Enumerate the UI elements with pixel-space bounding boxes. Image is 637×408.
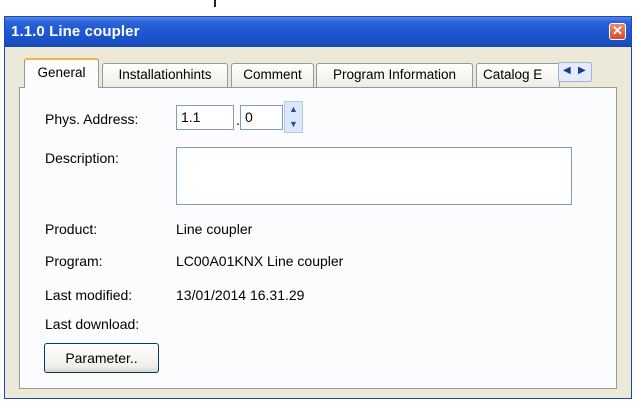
product-label: Product:	[45, 221, 98, 237]
chevron-right-icon[interactable]: ▶	[578, 65, 586, 76]
program-value: LC00A01KNX Line coupler	[176, 253, 344, 269]
dialog-window: 1.1.0 Line coupler ✕ General Installatio…	[4, 16, 632, 399]
phys-address-spinner: ▲ ▼	[284, 101, 303, 133]
window-title: 1.1.0 Line coupler	[11, 23, 140, 40]
description-label: Description:	[45, 150, 119, 166]
chevron-up-icon[interactable]: ▲	[285, 102, 302, 117]
tab-catalog-entry[interactable]: Catalog E	[476, 63, 560, 87]
phys-address-part1-input[interactable]: 1.1	[176, 105, 234, 130]
close-icon[interactable]: ✕	[609, 23, 626, 40]
product-value: Line coupler	[176, 221, 253, 237]
last-download-label: Last download:	[45, 316, 140, 332]
chevron-down-icon[interactable]: ▼	[285, 117, 302, 132]
tab-program-information[interactable]: Program Information	[316, 63, 473, 87]
parameter-button[interactable]: Parameter..	[44, 343, 159, 373]
phys-address-label: Phys. Address:	[45, 111, 139, 127]
program-label: Program:	[45, 253, 103, 269]
last-modified-value: 13/01/2014 16.31.29	[176, 287, 305, 303]
last-modified-label: Last modified:	[45, 287, 133, 303]
tab-comment[interactable]: Comment	[231, 63, 314, 87]
background-mark	[214, 0, 216, 7]
description-textarea[interactable]	[176, 147, 572, 205]
chevron-left-icon[interactable]: ◀	[563, 65, 571, 76]
tab-installationhints[interactable]: Installationhints	[102, 63, 228, 87]
title-bar[interactable]: 1.1.0 Line coupler ✕	[5, 17, 631, 47]
phys-address-part2-input[interactable]: 0	[240, 105, 283, 130]
tab-scroll-buttons: ◀ ▶	[558, 62, 592, 82]
tab-general[interactable]: General	[24, 58, 99, 88]
